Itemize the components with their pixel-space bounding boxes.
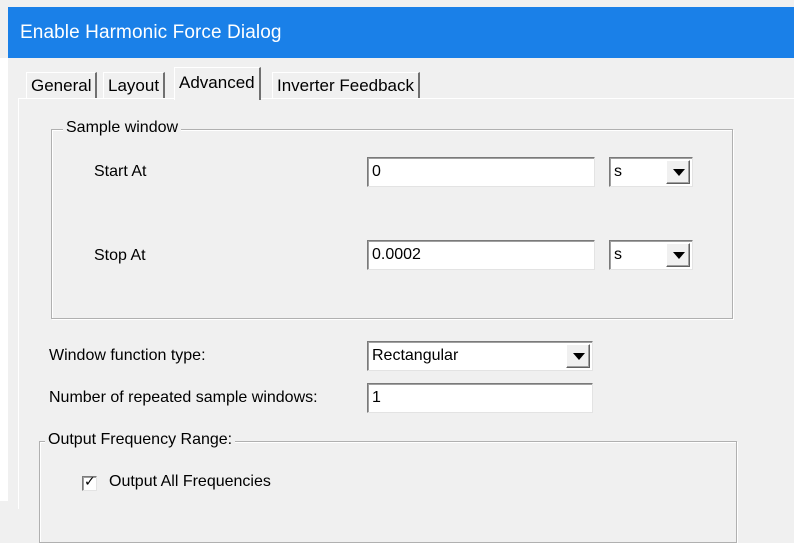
stop-at-unit-select[interactable]: s (609, 240, 693, 270)
repeated-windows-label: Number of repeated sample windows: (49, 389, 318, 406)
output-all-frequencies-label[interactable]: Output All Frequencies (109, 473, 271, 491)
chevron-down-icon (573, 353, 585, 360)
output-frequency-range-group (39, 441, 737, 543)
stop-at-unit-dropdown-button[interactable] (666, 243, 690, 267)
stop-at-label: Stop At (94, 247, 146, 264)
tab-inverter-feedback[interactable]: Inverter Feedback (272, 72, 421, 98)
title-bar[interactable]: Enable Harmonic Force Dialog (8, 7, 794, 58)
tab-general[interactable]: General (26, 72, 98, 98)
tab-layout[interactable]: Layout (103, 72, 166, 98)
window-function-select[interactable]: Rectangular (367, 341, 593, 371)
stop-at-unit-value: s (614, 246, 622, 263)
tab-advanced[interactable]: Advanced (174, 67, 261, 100)
chevron-down-icon (673, 169, 685, 176)
start-at-label: Start At (94, 163, 147, 180)
advanced-tab-panel: Sample window Start At 0 s Stop At 0.000… (18, 98, 794, 543)
sample-window-group-label: Sample window (63, 119, 182, 137)
start-at-unit-dropdown-button[interactable] (666, 160, 690, 184)
chevron-down-icon (673, 252, 685, 259)
window-function-label: Window function type: (49, 347, 206, 364)
start-at-unit-select[interactable]: s (609, 157, 693, 187)
start-at-input[interactable]: 0 (367, 157, 595, 187)
output-frequency-range-label: Output Frequency Range: (45, 431, 236, 449)
repeated-windows-input[interactable]: 1 (367, 383, 593, 413)
window-function-value: Rectangular (372, 347, 459, 364)
window-function-dropdown-button[interactable] (566, 344, 590, 368)
stop-at-input[interactable]: 0.0002 (367, 240, 595, 270)
output-all-frequencies-checkbox[interactable]: ✓ (82, 473, 97, 491)
checkmark-icon: ✓ (84, 473, 96, 489)
window-title: Enable Harmonic Force Dialog (20, 22, 282, 43)
window-left-edge (0, 58, 8, 501)
start-at-unit-value: s (614, 163, 622, 180)
